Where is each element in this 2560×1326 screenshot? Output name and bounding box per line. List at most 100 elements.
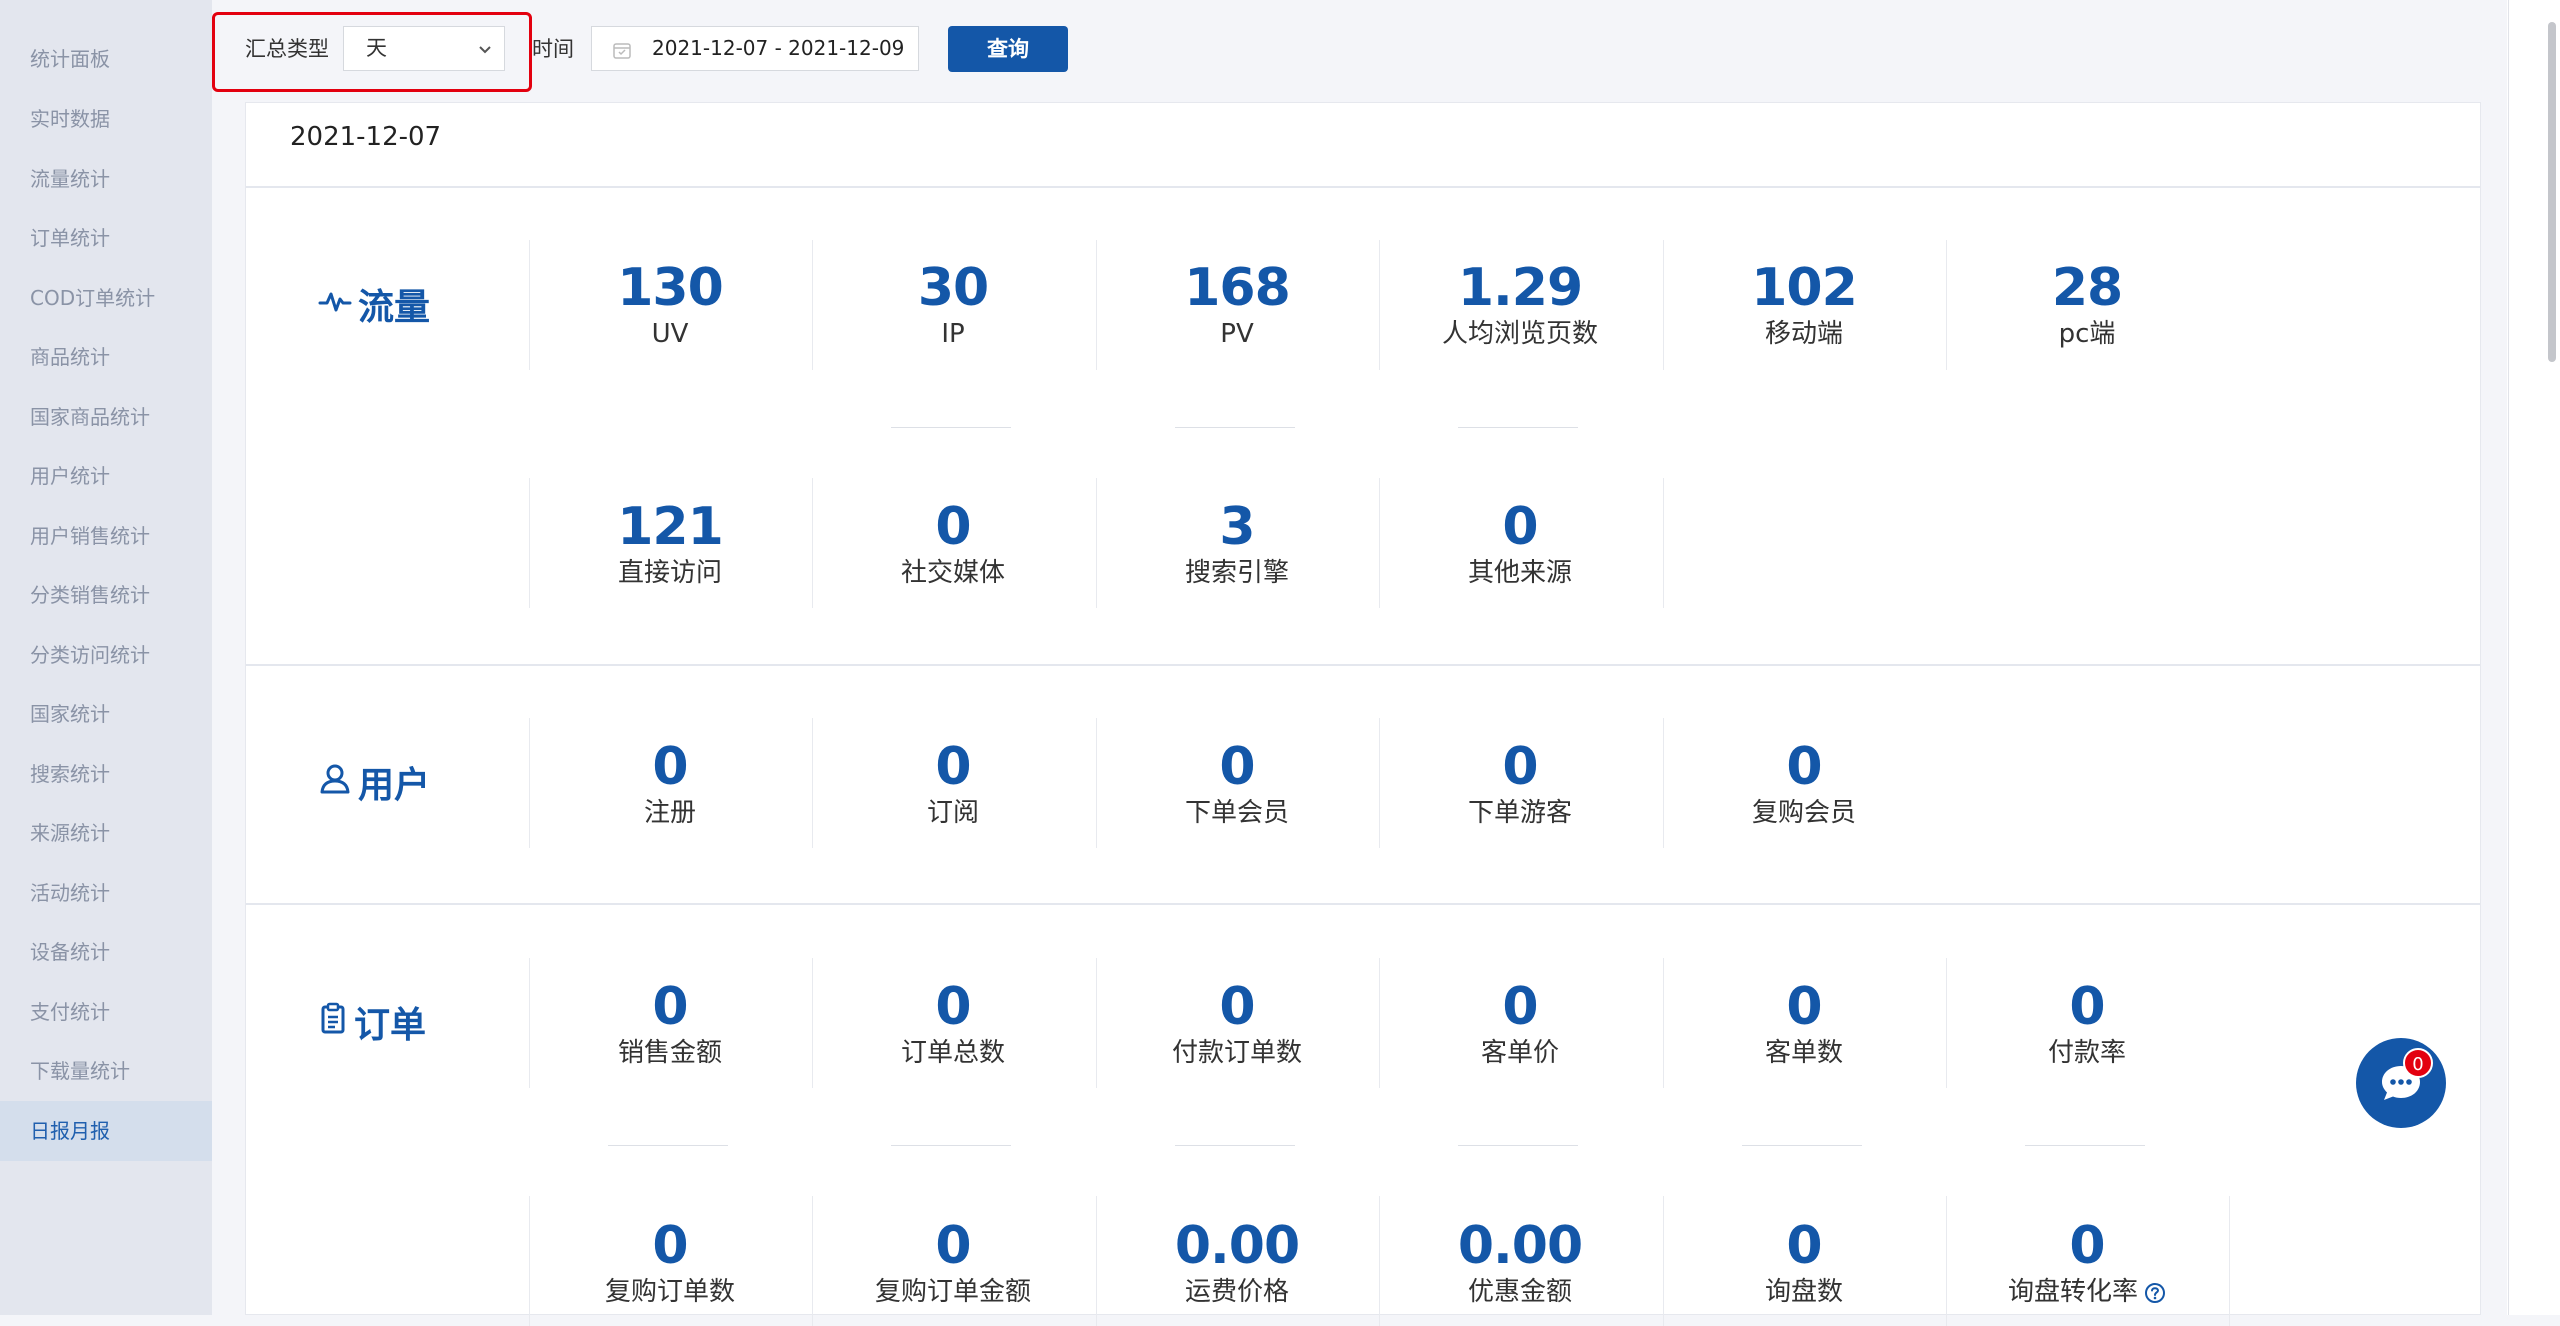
sidebar-item-realtime[interactable]: 实时数据 <box>0 89 212 149</box>
stat-label: 注册 <box>643 798 696 828</box>
stat-label: 付款率 <box>2047 1038 2126 1068</box>
summary-type-label: 汇总类型 <box>245 37 329 61</box>
stat-value: 130 <box>617 258 724 318</box>
divider <box>246 903 2480 905</box>
divider <box>2025 1145 2145 1146</box>
stat-other-sources: 0 其他来源 <box>1379 497 1661 591</box>
stat-pv: 168 PV <box>1096 258 1378 352</box>
stat-value: 0 <box>1502 737 1538 797</box>
stat-value: 0.00 <box>1457 1216 1583 1276</box>
sidebar-item-downloads[interactable]: 下载量统计 <box>0 1041 212 1101</box>
stat-label: 下单会员 <box>1184 798 1289 828</box>
stat-label: 复购订单数 <box>604 1277 735 1307</box>
stat-label: 优惠金额 <box>1467 1277 1572 1307</box>
stat-value: 102 <box>1751 258 1858 318</box>
sidebar-item-traffic[interactable]: 流量统计 <box>0 149 212 209</box>
stat-value: 0 <box>1786 1216 1822 1276</box>
stat-label: 搜索引擎 <box>1184 558 1289 588</box>
user-icon <box>318 762 358 803</box>
sidebar-item-countries[interactable]: 国家统计 <box>0 684 212 744</box>
notification-badge: 0 <box>2403 1048 2433 1078</box>
divider <box>1742 1145 1862 1146</box>
stat-pages-per-visitor: 1.29 人均浏览页数 <box>1379 258 1661 352</box>
stat-label: 销售金额 <box>617 1038 722 1068</box>
stat-value: 30 <box>917 258 989 318</box>
stat-pc: 28 pc端 <box>1946 258 2228 352</box>
date-range-input[interactable]: 2021-12-07 - 2021-12-09 <box>591 26 919 71</box>
stat-sales-amount: 0 销售金额 <box>529 977 811 1071</box>
sidebar-item-activities[interactable]: 活动统计 <box>0 863 212 923</box>
stat-uv: 130 UV <box>529 258 811 352</box>
scrollbar-thumb[interactable] <box>2548 22 2556 362</box>
sidebar-item-orders[interactable]: 订单统计 <box>0 208 212 268</box>
stat-value: 3 <box>1219 497 1255 557</box>
summary-type-value: 天 <box>366 36 387 60</box>
stat-ordering-guests: 0 下单游客 <box>1379 737 1661 831</box>
sidebar-item-cod-orders[interactable]: COD订单统计 <box>0 268 212 328</box>
stat-discount-amount: 0.00 优惠金额 <box>1379 1216 1661 1310</box>
stat-inquiries: 0 询盘数 <box>1663 1216 1945 1310</box>
chevron-down-icon <box>478 42 492 61</box>
stat-search-engines: 3 搜索引擎 <box>1096 497 1378 591</box>
pulse-icon <box>318 284 358 325</box>
stat-repeat-order-amount: 0 复购订单金额 <box>812 1216 1094 1310</box>
section-title-orders: 订单 <box>318 996 426 1048</box>
sidebar-item-user-sales[interactable]: 用户销售统计 <box>0 506 212 566</box>
stat-inquiry-conversion-rate: 0 询盘转化率 <box>1946 1216 2228 1310</box>
stat-customer-count: 0 客单数 <box>1663 977 1945 1071</box>
stat-value: 0 <box>1502 977 1538 1037</box>
stat-label: UV <box>651 319 689 349</box>
stat-shipping-cost: 0.00 运费价格 <box>1096 1216 1378 1310</box>
sidebar-item-devices[interactable]: 设备统计 <box>0 922 212 982</box>
stat-value: 1.29 <box>1457 258 1583 318</box>
stat-label: 客单价 <box>1480 1038 1559 1068</box>
stat-registrations: 0 注册 <box>529 737 811 831</box>
stat-label-text: 询盘转化率 <box>2007 1277 2138 1307</box>
summary-type-select[interactable]: 天 <box>343 26 505 71</box>
sidebar-item-country-products[interactable]: 国家商品统计 <box>0 387 212 447</box>
stat-value: 0 <box>935 737 971 797</box>
stat-label: 订单总数 <box>900 1038 1005 1068</box>
sidebar-item-category-visits[interactable]: 分类访问统计 <box>0 625 212 685</box>
sidebar-item-products[interactable]: 商品统计 <box>0 327 212 387</box>
divider <box>1175 1145 1295 1146</box>
divider <box>891 427 1011 428</box>
stat-label: 移动端 <box>1764 319 1843 349</box>
section-label: 订单 <box>354 1005 427 1046</box>
stat-label: 询盘数 <box>1764 1277 1843 1307</box>
sidebar-item-daily-monthly-report[interactable]: 日报月报 <box>0 1101 212 1161</box>
stat-label: 复购订单金额 <box>874 1277 1031 1307</box>
stat-label: 订阅 <box>926 798 979 828</box>
divider <box>1663 478 1664 608</box>
divider <box>891 1145 1011 1146</box>
sidebar-item-sources[interactable]: 来源统计 <box>0 803 212 863</box>
sidebar-item-payments[interactable]: 支付统计 <box>0 982 212 1042</box>
sidebar: 统计面板 实时数据 流量统计 订单统计 COD订单统计 商品统计 国家商品统计 … <box>0 0 212 1315</box>
stat-value: 0 <box>1786 977 1822 1037</box>
stat-label: 其他来源 <box>1467 558 1572 588</box>
stat-value: 0 <box>652 1216 688 1276</box>
stat-direct-visits: 121 直接访问 <box>529 497 811 591</box>
stat-payment-rate: 0 付款率 <box>1946 977 2228 1071</box>
date-range-value: 2021-12-07 - 2021-12-09 <box>652 36 905 60</box>
stat-value: 0 <box>1219 977 1255 1037</box>
stat-avg-order-value: 0 客单价 <box>1379 977 1661 1071</box>
calendar-icon <box>612 40 632 64</box>
help-icon[interactable] <box>2138 1277 2166 1307</box>
sidebar-item-category-sales[interactable]: 分类销售统计 <box>0 565 212 625</box>
section-label: 用户 <box>358 765 431 806</box>
chat-button[interactable] <box>2356 1038 2446 1128</box>
query-button[interactable]: 查询 <box>948 26 1068 72</box>
stat-label: IP <box>941 319 965 349</box>
report-date: 2021-12-07 <box>290 122 442 152</box>
stat-mobile: 102 移动端 <box>1663 258 1945 352</box>
stat-label: 复购会员 <box>1751 798 1856 828</box>
divider <box>2508 0 2509 1315</box>
sidebar-item-search[interactable]: 搜索统计 <box>0 744 212 804</box>
sidebar-item-users[interactable]: 用户统计 <box>0 446 212 506</box>
section-title-users: 用户 <box>318 756 430 808</box>
divider <box>608 1145 728 1146</box>
stat-subscriptions: 0 订阅 <box>812 737 1094 831</box>
stat-label: 人均浏览页数 <box>1441 319 1598 349</box>
sidebar-item-dashboard[interactable]: 统计面板 <box>0 29 212 89</box>
